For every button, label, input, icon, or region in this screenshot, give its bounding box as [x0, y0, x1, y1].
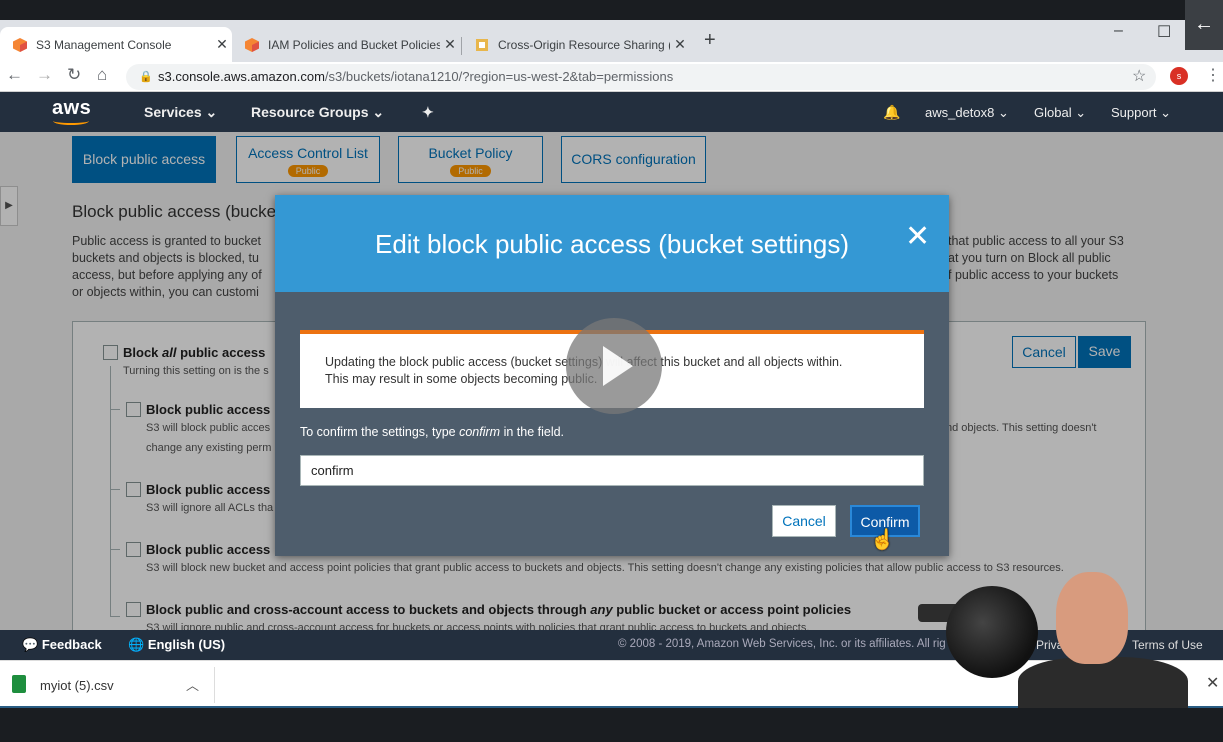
aws-cube-icon — [245, 37, 259, 52]
pin-icon[interactable]: ✦ — [422, 104, 434, 121]
aws-logo-smile — [53, 117, 89, 125]
profile-avatar[interactable]: s — [1170, 67, 1188, 85]
services-menu[interactable]: Services ⌄ — [144, 104, 217, 121]
tab-s3-console[interactable]: S3 Management Console ✕ — [0, 27, 232, 62]
video-play-button[interactable] — [566, 318, 662, 414]
support-menu[interactable]: Support ⌄ — [1111, 105, 1171, 121]
chevron-down-icon: ⌄ — [205, 104, 218, 120]
tab-title: S3 Management Console — [36, 37, 172, 52]
download-divider — [214, 667, 215, 703]
reload-icon[interactable]: ↻ — [67, 65, 81, 85]
forward-icon[interactable]: → — [36, 65, 53, 85]
chevron-up-icon[interactable]: ︿ — [186, 675, 199, 694]
resource-groups-label: Resource Groups — [251, 104, 369, 120]
new-tab-button[interactable]: + — [704, 29, 716, 52]
instruction-part: in the field. — [500, 425, 565, 439]
address-bar: ← → ↻ ⌂ 🔒 s3.console.aws.amazon.com/s3/b… — [0, 62, 1223, 92]
tab-close-icon[interactable]: ✕ — [212, 36, 232, 53]
services-label: Services — [144, 104, 202, 120]
aws-top-nav: aws Services ⌄ Resource Groups ⌄ ✦ 🔔 aws… — [0, 92, 1223, 132]
download-filename[interactable]: myiot (5).csv — [40, 678, 114, 693]
confirm-field[interactable]: confirm — [300, 455, 924, 486]
region-label: Global — [1034, 105, 1072, 120]
language-label: English (US) — [147, 637, 226, 652]
support-label: Support — [1111, 105, 1157, 120]
confirm-instruction: To confirm the settings, type confirm in… — [300, 425, 564, 439]
modal-cancel-button[interactable]: Cancel — [772, 505, 836, 537]
webcam-overlay — [918, 562, 1223, 708]
presenter-head — [1056, 572, 1128, 664]
globe-icon: 🌐 — [128, 637, 145, 652]
tab-title: Cross-Origin Resource Sharing (C — [498, 37, 670, 52]
maximize-icon[interactable]: ☐ — [1157, 22, 1171, 42]
language-selector[interactable]: 🌐 English (US) — [128, 637, 225, 653]
tab-title: IAM Policies and Bucket Policies a — [268, 37, 440, 52]
tab-close-icon[interactable]: ✕ — [440, 36, 460, 53]
back-arrow-icon[interactable]: ← — [1185, 0, 1223, 50]
instruction-em: confirm — [459, 425, 501, 439]
chat-bubble-icon: 💬 — [22, 637, 39, 652]
bottom-black-bar — [0, 708, 1223, 742]
instruction-part: To confirm the settings, type — [300, 425, 460, 439]
tab-iam-policies[interactable]: IAM Policies and Bucket Policies a ✕ — [232, 27, 460, 62]
hand-cursor-icon: ☝ — [870, 529, 895, 551]
home-icon[interactable]: ⌂ — [97, 65, 107, 85]
bell-icon[interactable]: 🔔 — [883, 104, 900, 121]
url-path: /s3/buckets/iotana1210/?region=us-west-2… — [324, 69, 674, 84]
url-host: s3.console.aws.amazon.com — [158, 69, 325, 84]
top-black-bar — [0, 0, 1223, 20]
feedback-label: Feedback — [41, 637, 102, 652]
browser-menu-icon[interactable]: ⋮ — [1205, 65, 1221, 85]
presenter-shirt — [1018, 657, 1188, 708]
feedback-link[interactable]: 💬 Feedback — [22, 637, 102, 653]
play-icon — [603, 346, 633, 386]
bookmark-star-icon[interactable]: ☆ — [1132, 66, 1146, 86]
minimize-icon[interactable]: – — [1114, 22, 1123, 40]
browser-tab-strip: S3 Management Console ✕ IAM Policies and… — [0, 20, 1223, 62]
copyright-text: © 2008 - 2019, Amazon Web Services, Inc.… — [618, 638, 946, 650]
aws-cube-icon — [13, 37, 27, 52]
screen: S3 Management Console ✕ IAM Policies and… — [0, 0, 1223, 742]
tab-close-icon[interactable]: ✕ — [670, 36, 690, 53]
document-cube-icon — [476, 38, 488, 51]
account-menu[interactable]: aws_detox8 ⌄ — [925, 105, 1009, 121]
region-menu[interactable]: Global ⌄ — [1034, 105, 1086, 121]
url-field[interactable]: 🔒 s3.console.aws.amazon.com/s3/buckets/i… — [126, 64, 1156, 90]
spreadsheet-file-icon — [12, 675, 26, 693]
chevron-down-icon: ⌄ — [372, 104, 385, 120]
modal-title: Edit block public access (bucket setting… — [375, 229, 849, 259]
tab-cors[interactable]: Cross-Origin Resource Sharing (C ✕ — [462, 27, 690, 62]
back-icon[interactable]: ← — [6, 65, 23, 85]
microphone-icon — [946, 586, 1038, 678]
lock-icon: 🔒 — [139, 71, 153, 83]
account-label: aws_detox8 — [925, 105, 995, 120]
resource-groups-menu[interactable]: Resource Groups ⌄ — [251, 104, 384, 121]
modal-header: Edit block public access (bucket setting… — [275, 195, 949, 292]
close-icon[interactable]: ✕ — [905, 219, 930, 254]
